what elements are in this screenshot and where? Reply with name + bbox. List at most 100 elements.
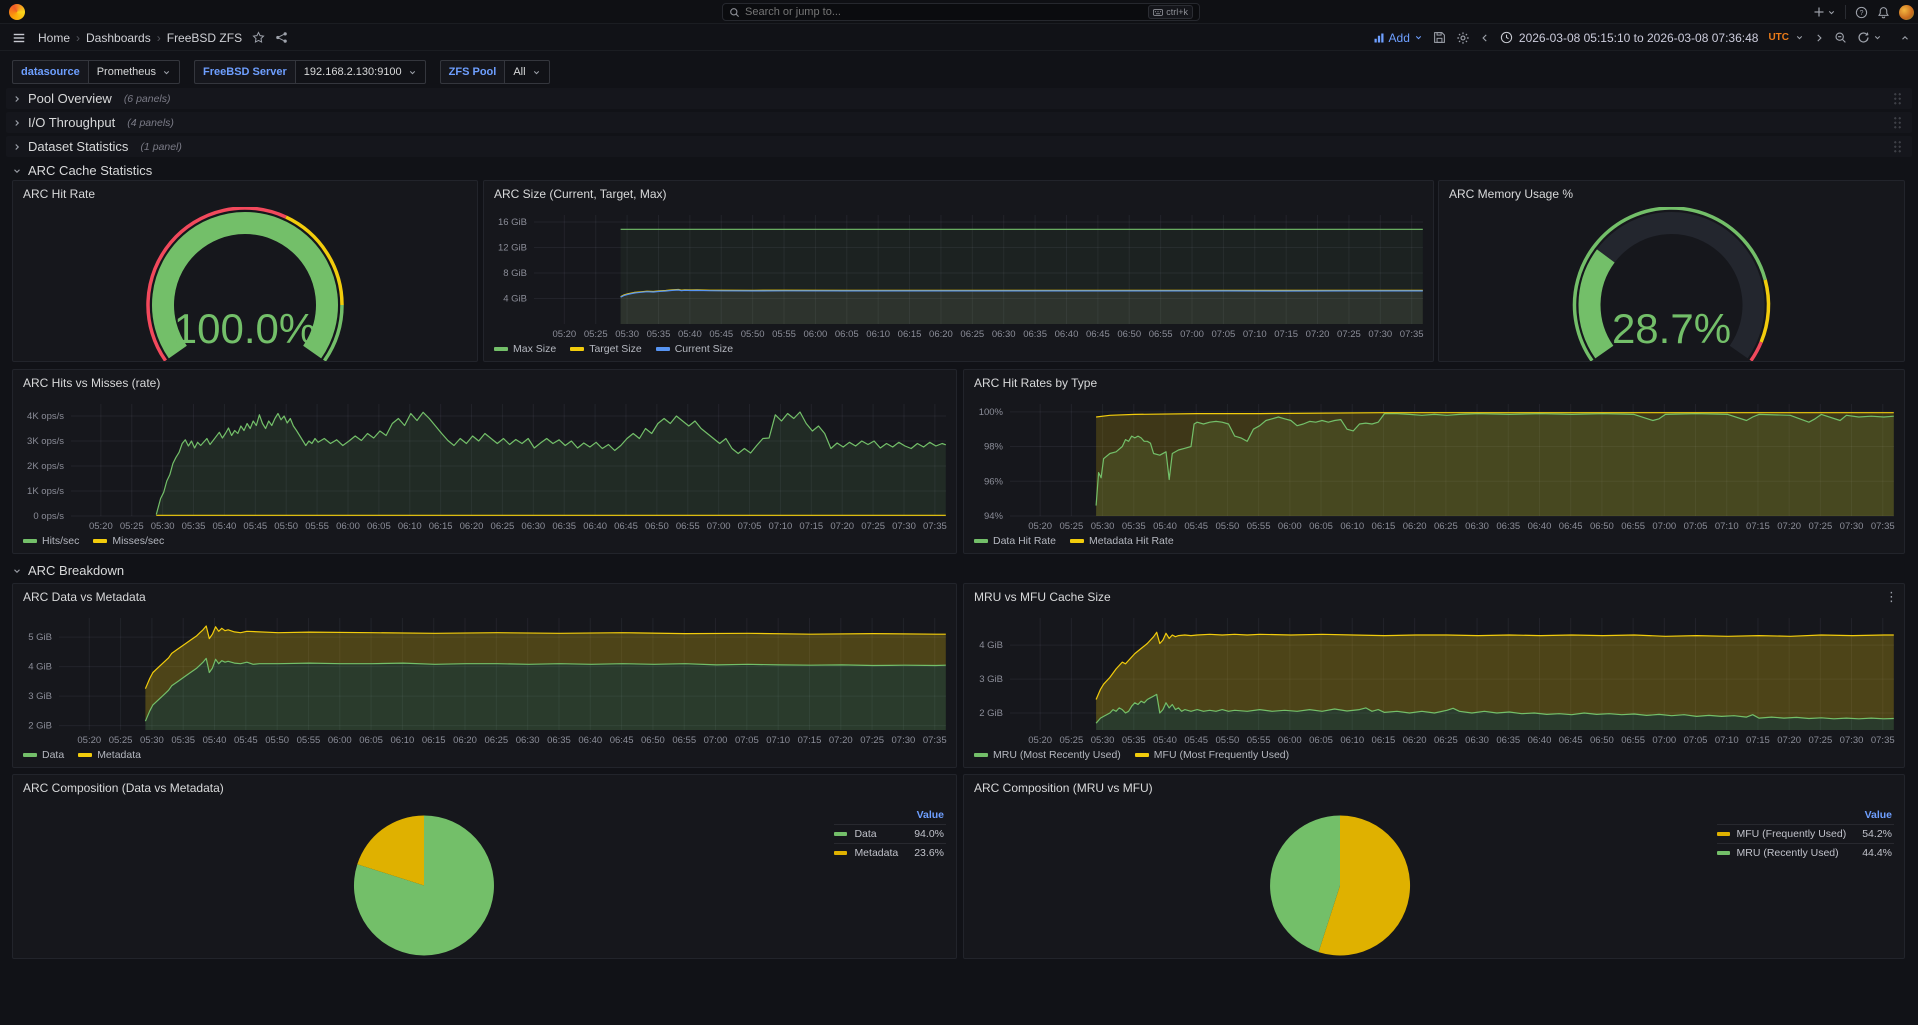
legend-row[interactable]: MRU (Recently Used)44.4% — [1717, 844, 1894, 863]
arc-hit-rates-chart[interactable]: 05:2005:2505:3005:3505:4005:4505:5005:55… — [964, 396, 1904, 533]
time-shift-back-icon[interactable] — [1480, 33, 1490, 43]
svg-text:05:30: 05:30 — [615, 329, 639, 340]
help-icon[interactable]: ? — [1855, 6, 1868, 19]
user-avatar[interactable] — [1899, 5, 1914, 20]
arc-composition-pie[interactable] — [970, 801, 1710, 958]
svg-text:05:35: 05:35 — [1122, 735, 1146, 746]
row-dataset-statistics[interactable]: Dataset Statistics (1 panel) — [6, 136, 1912, 157]
row-pool-overview[interactable]: Pool Overview (6 panels) — [6, 88, 1912, 109]
chevron-right-icon — [12, 94, 22, 104]
star-icon[interactable] — [252, 31, 265, 44]
legend-item[interactable]: Metadata — [78, 749, 141, 761]
legend-row[interactable]: Metadata23.6% — [834, 844, 946, 863]
arc-size-chart[interactable]: 05:2005:2505:3005:3505:4005:4505:5005:55… — [484, 207, 1433, 341]
mru-mfu-chart[interactable]: 05:2005:2505:3005:3505:4005:4505:5005:55… — [964, 610, 1904, 747]
panel-arc-hit-rates-by-type: ARC Hit Rates by Type 05:2005:2505:3005:… — [963, 369, 1905, 554]
panel-title[interactable]: ARC Size (Current, Target, Max) — [484, 181, 1433, 207]
panel-title[interactable]: ARC Memory Usage % — [1439, 181, 1904, 207]
time-range-text: 2026-03-08 05:15:10 to 2026-03-08 07:36:… — [1519, 31, 1759, 45]
panel-title[interactable]: ARC Composition (Data vs Metadata) — [13, 775, 956, 801]
time-shift-forward-icon[interactable] — [1814, 33, 1824, 43]
svg-text:06:00: 06:00 — [328, 735, 352, 746]
breadcrumb-dashboard-title[interactable]: FreeBSD ZFS — [167, 31, 242, 45]
svg-text:05:55: 05:55 — [305, 521, 329, 532]
panel-title[interactable]: ARC Hit Rate — [13, 181, 477, 207]
settings-gear-icon[interactable] — [1456, 31, 1470, 45]
svg-text:94%: 94% — [984, 511, 1004, 522]
svg-text:07:20: 07:20 — [830, 521, 854, 532]
save-dashboard-icon[interactable] — [1433, 31, 1446, 44]
svg-text:07:30: 07:30 — [892, 521, 916, 532]
legend-item[interactable]: Data — [23, 749, 64, 761]
svg-text:07:00: 07:00 — [1652, 735, 1676, 746]
svg-text:06:25: 06:25 — [491, 521, 515, 532]
zoom-out-icon[interactable] — [1834, 31, 1847, 44]
keyboard-icon — [1153, 9, 1163, 16]
panel-menu-icon[interactable]: ⋮ — [1885, 589, 1898, 605]
add-panel-icon — [1373, 32, 1385, 44]
chevron-down-icon — [12, 166, 22, 176]
svg-text:05:40: 05:40 — [1153, 735, 1177, 746]
legend-item[interactable]: MRU (Most Recently Used) — [974, 749, 1121, 761]
svg-text:05:35: 05:35 — [647, 329, 671, 340]
arc-memory-gauge[interactable]: 28.7% — [1439, 207, 1904, 361]
svg-text:05:55: 05:55 — [1247, 735, 1271, 746]
legend-item[interactable]: Hits/sec — [23, 535, 79, 547]
search-input[interactable] — [745, 6, 1148, 18]
svg-text:5 GiB: 5 GiB — [28, 632, 52, 643]
arc-data-metadata-chart[interactable]: 05:2005:2505:3005:3505:4005:4505:5005:55… — [13, 610, 956, 747]
news-bell-icon[interactable] — [1877, 6, 1890, 19]
arc-composition-pie[interactable] — [34, 801, 814, 958]
breadcrumb-dashboards[interactable]: Dashboards — [86, 31, 151, 45]
mega-menu-icon[interactable] — [12, 31, 26, 45]
breadcrumb-home[interactable]: Home — [38, 31, 70, 45]
new-menu-button[interactable] — [1813, 6, 1836, 18]
legend-item[interactable]: Misses/sec — [93, 535, 164, 547]
add-panel-button[interactable]: Add — [1373, 31, 1423, 45]
search-box[interactable]: ctrl+k — [722, 3, 1200, 21]
panel-title[interactable]: MRU vs MFU Cache Size — [964, 584, 1904, 610]
legend-item[interactable]: Target Size — [570, 343, 642, 355]
variable-value-dropdown[interactable]: Prometheus — [88, 60, 180, 84]
variable-value-dropdown[interactable]: 192.168.2.130:9100 — [295, 60, 426, 84]
svg-text:06:45: 06:45 — [1559, 521, 1583, 532]
row-title: I/O Throughput — [28, 115, 115, 130]
arc-hit-rate-gauge[interactable]: 100.0% — [13, 207, 477, 361]
variable-value-dropdown[interactable]: All — [504, 60, 549, 84]
time-range-picker[interactable]: 2026-03-08 05:15:10 to 2026-03-08 07:36:… — [1500, 31, 1804, 45]
legend-row[interactable]: Data94.0% — [834, 825, 946, 844]
grafana-logo-icon[interactable] — [9, 4, 25, 20]
row-drag-handle[interactable] — [1893, 116, 1902, 129]
legend-item[interactable]: Current Size — [656, 343, 733, 355]
legend-item[interactable]: Metadata Hit Rate — [1070, 535, 1174, 547]
svg-text:1K ops/s: 1K ops/s — [27, 486, 64, 497]
svg-text:06:40: 06:40 — [1528, 521, 1552, 532]
collapse-toolbar-icon[interactable] — [1900, 33, 1910, 43]
refresh-icon[interactable] — [1857, 31, 1882, 44]
row-arc-cache-statistics[interactable]: ARC Cache Statistics — [6, 160, 1912, 181]
share-icon[interactable] — [275, 31, 288, 44]
svg-text:4 GiB: 4 GiB — [503, 294, 527, 305]
svg-text:06:50: 06:50 — [1590, 521, 1614, 532]
row-drag-handle[interactable] — [1893, 92, 1902, 105]
arc-hits-misses-chart[interactable]: 05:2005:2505:3005:3505:4005:4505:5005:55… — [13, 396, 956, 533]
row-arc-breakdown[interactable]: ARC Breakdown — [6, 560, 1912, 581]
row-title: Pool Overview — [28, 91, 112, 106]
legend-item[interactable]: Data Hit Rate — [974, 535, 1056, 547]
svg-text:4 GiB: 4 GiB — [979, 640, 1003, 651]
panel-arc-data-vs-metadata: ARC Data vs Metadata 05:2005:2505:3005:3… — [12, 583, 957, 768]
svg-text:06:55: 06:55 — [1149, 329, 1173, 340]
svg-text:06:20: 06:20 — [929, 329, 953, 340]
panel-title[interactable]: ARC Data vs Metadata — [13, 584, 956, 610]
legend-item[interactable]: MFU (Most Frequently Used) — [1135, 749, 1289, 761]
legend-item[interactable]: Max Size — [494, 343, 556, 355]
svg-text:07:05: 07:05 — [1212, 329, 1236, 340]
panel-title[interactable]: ARC Composition (MRU vs MFU) — [964, 775, 1904, 801]
panel-title[interactable]: ARC Hit Rates by Type — [964, 370, 1904, 396]
row-drag-handle[interactable] — [1893, 140, 1902, 153]
svg-text:06:35: 06:35 — [1496, 521, 1520, 532]
svg-text:06:40: 06:40 — [1528, 735, 1552, 746]
legend-row[interactable]: MFU (Frequently Used)54.2% — [1717, 825, 1894, 844]
panel-title[interactable]: ARC Hits vs Misses (rate) — [13, 370, 956, 396]
row-io-throughput[interactable]: I/O Throughput (4 panels) — [6, 112, 1912, 133]
